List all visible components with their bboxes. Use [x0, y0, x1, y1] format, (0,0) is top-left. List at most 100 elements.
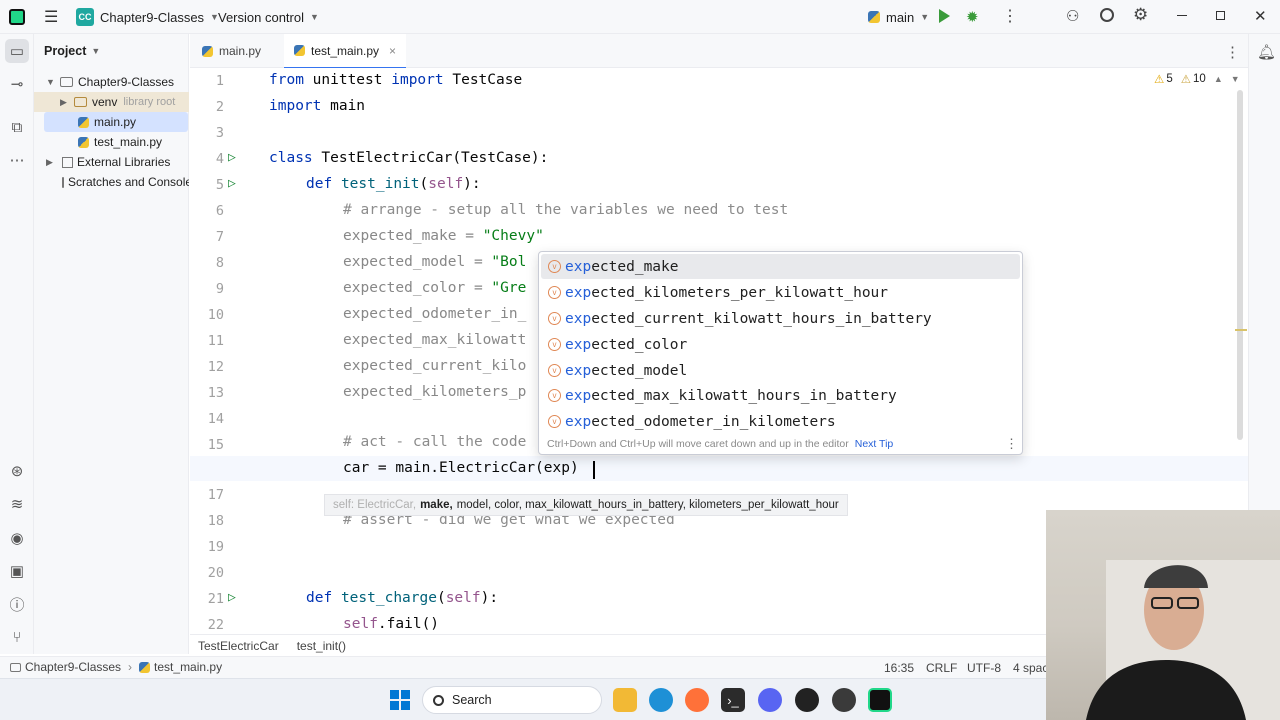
weak-warning-icon: ⚠ — [1180, 74, 1192, 86]
tab-options-icon[interactable]: ⋮ — [1225, 43, 1240, 61]
edge-browser-icon[interactable] — [649, 688, 673, 712]
completion-text: ected_max_kilowatt_hours_in_battery — [591, 387, 897, 404]
completion-item[interactable]: v exp ected_kilometers_per_kilowatt_hour — [541, 280, 1020, 305]
vcs-label: Version control — [218, 9, 304, 25]
more-tools-icon[interactable]: ⋯ — [5, 148, 29, 172]
python-packages-icon[interactable]: ⊛ — [5, 459, 29, 483]
taskbar-search-box[interactable]: Search — [422, 686, 602, 714]
main-menu-button[interactable]: ☰ — [38, 4, 64, 30]
notifications-bell-icon[interactable]: 🔔︎ — [1257, 43, 1276, 61]
tree-item-project-root[interactable]: ▼ Chapter9-Classes — [34, 72, 189, 92]
chevron-down-icon[interactable]: ▼ — [1231, 74, 1240, 84]
version-control-menu[interactable]: Version control ▼ — [212, 4, 325, 30]
line-number: 8 — [215, 255, 224, 271]
chevron-down-icon: ▼ — [46, 77, 55, 87]
completion-item[interactable]: v exp ected_model — [541, 358, 1020, 383]
keyword: from — [269, 72, 304, 88]
line-number: 19 — [207, 539, 224, 555]
line-number: 2 — [215, 99, 224, 115]
code-line: expected_model = "Bol — [343, 254, 526, 270]
hamburger-icon: ☰ — [44, 9, 59, 26]
project-panel-title: Project — [44, 44, 87, 58]
tree-item-main-py[interactable]: main.py — [44, 112, 188, 132]
code-line: expected_make = "Chevy" — [343, 228, 544, 244]
line-number: 20 — [207, 565, 224, 581]
tab-test-main-py[interactable]: test_main.py × — [284, 34, 407, 69]
terminal-app-icon[interactable]: ›_ — [721, 688, 745, 712]
tree-item-scratches[interactable]: Scratches and Consoles — [34, 172, 189, 192]
close-window-button[interactable]: ✕ — [1254, 7, 1267, 25]
warning-icon: ⚠ — [1154, 74, 1165, 86]
project-switcher[interactable]: CC Chapter9-Classes ▼ — [70, 4, 225, 30]
run-button[interactable] — [939, 9, 950, 23]
completion-item[interactable]: v exp ected_make — [541, 254, 1020, 279]
status-path[interactable]: Chapter9-Classes › test_main.py — [10, 660, 222, 674]
completion-text: ected_model — [591, 362, 688, 379]
minimize-button[interactable] — [1177, 15, 1187, 16]
completion-item[interactable]: v exp ected_current_kilowatt_hours_in_batt… — [541, 306, 1020, 331]
file-explorer-icon[interactable] — [613, 688, 637, 712]
chevron-right-icon: ▶ — [46, 156, 53, 167]
caret-position[interactable]: 16:35 — [884, 661, 914, 675]
more-actions-icon[interactable]: ⋮ — [1002, 6, 1018, 26]
run-config-selector[interactable]: main ▼ — [862, 4, 935, 30]
code-text: ): — [463, 176, 481, 192]
tree-item-external-libraries[interactable]: ▶ External Libraries — [34, 152, 189, 172]
matched-prefix: exp — [565, 258, 592, 275]
inspection-widget[interactable]: ⚠ 5 ⚠ 10 ▲ ▼ — [1154, 72, 1240, 86]
function-name: test_init — [340, 176, 420, 192]
problems-icon[interactable]: ⓘ — [5, 592, 29, 616]
line-number: 9 — [215, 281, 224, 297]
breadcrumb-class[interactable]: TestElectricCar — [198, 639, 279, 653]
debug-button[interactable]: ✹ — [966, 8, 979, 26]
matched-prefix: exp — [565, 362, 592, 379]
firefox-icon[interactable] — [685, 688, 709, 712]
more-options-icon[interactable]: ⋮ — [1005, 436, 1018, 452]
obs-icon[interactable] — [832, 688, 856, 712]
code-line: class TestElectricCar(TestCase): — [269, 150, 548, 166]
completion-item[interactable]: v exp ected_color — [541, 332, 1020, 357]
services-icon[interactable]: ◉ — [5, 526, 29, 550]
tab-label: main.py — [219, 44, 262, 58]
discord-icon[interactable] — [758, 688, 782, 712]
variable-icon: v — [548, 415, 561, 428]
windows-start-icon[interactable] — [390, 690, 410, 710]
editor-scrollbar[interactable] — [1237, 90, 1243, 440]
param-self: self: ElectricCar, — [333, 499, 417, 511]
run-test-gutter-icon[interactable]: ▷ — [228, 591, 242, 605]
github-icon[interactable] — [795, 688, 819, 712]
pycharm-app-icon[interactable] — [868, 688, 892, 712]
chevron-up-icon[interactable]: ▲ — [1214, 74, 1223, 84]
completion-item[interactable]: v exp ected_odometer_in_kilometers — [541, 409, 1020, 434]
project-panel-header[interactable]: Project ▼ — [44, 44, 100, 58]
chevron-right-icon: ▶ — [60, 96, 67, 107]
file-encoding[interactable]: UTF-8 — [967, 661, 1001, 675]
next-tip-link[interactable]: Next Tip — [855, 438, 894, 450]
project-tool-folder-icon[interactable]: ▭ — [5, 39, 29, 63]
run-test-gutter-icon[interactable]: ▷ — [228, 177, 242, 191]
breadcrumb-method[interactable]: test_init() — [297, 639, 346, 653]
maximize-button[interactable] — [1216, 11, 1225, 20]
completion-item[interactable]: v exp ected_max_kilowatt_hours_in_battery — [541, 383, 1020, 408]
terminal-icon[interactable]: ▣ — [5, 559, 29, 583]
search-icon[interactable] — [1100, 8, 1114, 22]
run-test-gutter-icon[interactable]: ▷ — [228, 151, 242, 165]
code-line: expected_color = "Gre — [343, 280, 526, 296]
add-user-icon[interactable]: ⚇ — [1066, 7, 1079, 25]
library-icon — [62, 156, 73, 168]
tree-item-venv[interactable]: ▶ venv library root — [34, 92, 189, 112]
layers-icon[interactable]: ≋ — [5, 492, 29, 516]
line-number: 14 — [207, 411, 224, 427]
line-separator[interactable]: CRLF — [926, 661, 957, 675]
close-tab-icon[interactable]: × — [389, 44, 396, 58]
variable-icon: v — [548, 389, 561, 402]
line-number: 10 — [207, 307, 224, 323]
code-text: ( — [436, 590, 446, 606]
structure-icon[interactable]: ⧉ — [5, 115, 29, 139]
commit-icon[interactable]: ⊸ — [5, 72, 29, 96]
line-number: 4 — [215, 151, 224, 167]
settings-gear-icon[interactable]: ⚙ — [1133, 5, 1148, 25]
tree-item-test-main-py[interactable]: test_main.py — [34, 132, 189, 152]
tab-main-py[interactable]: main.py — [192, 34, 271, 68]
git-icon[interactable]: ⑂ — [5, 625, 29, 649]
